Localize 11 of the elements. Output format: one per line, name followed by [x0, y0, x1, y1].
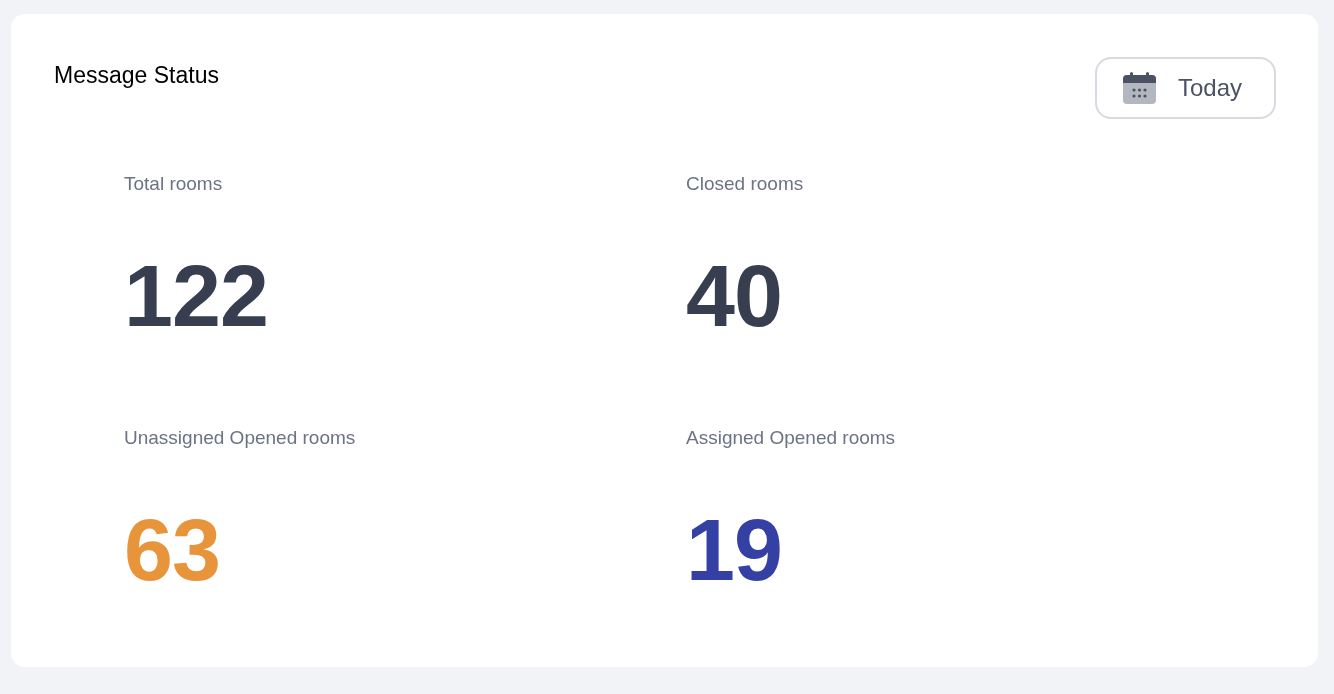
stat-value: 122: [124, 251, 268, 341]
stat-label: Closed rooms: [686, 172, 804, 196]
card-title: Message Status: [54, 62, 219, 88]
stat-value: 19: [686, 505, 782, 595]
stat-value: 63: [124, 505, 220, 595]
date-filter-button[interactable]: Today: [1094, 57, 1276, 119]
stat-label: Assigned Opened rooms: [686, 426, 896, 450]
stat-label: Unassigned Opened rooms: [124, 426, 356, 450]
calendar-icon: [1122, 72, 1156, 104]
stat-value: 40: [686, 251, 782, 341]
stat-label: Total rooms: [124, 172, 223, 196]
